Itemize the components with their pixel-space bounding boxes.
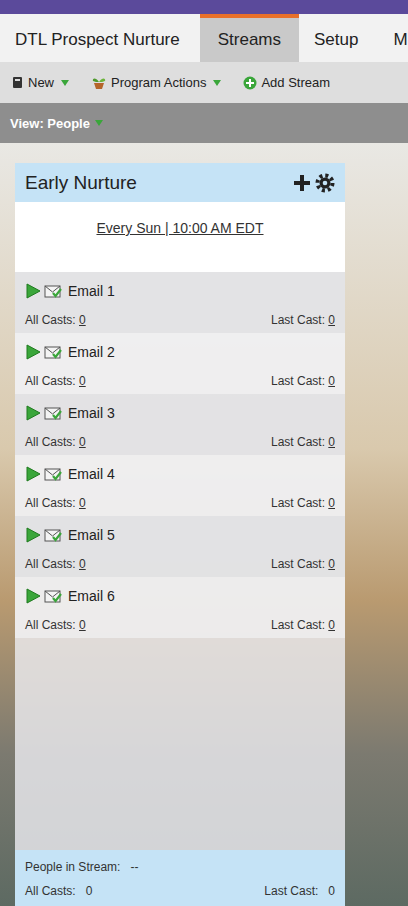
dropdown-icon — [61, 80, 69, 86]
last-cast-link[interactable]: 0 — [328, 313, 335, 327]
last-cast-link[interactable]: 0 — [328, 374, 335, 388]
last-cast-link[interactable]: 0 — [328, 557, 335, 571]
email-name[interactable]: Email 6 — [68, 588, 115, 604]
email-row[interactable]: Email 3All Casts: 0Last Cast: 0 — [15, 394, 345, 455]
email-icon — [44, 283, 62, 299]
all-casts-link[interactable]: 0 — [79, 313, 86, 327]
all-casts-link[interactable]: 0 — [79, 435, 86, 449]
email-row[interactable]: Email 1All Casts: 0Last Cast: 0 — [15, 272, 345, 333]
marketo-page: DTL Prospect NurtureStreamsSetupM New Prog… — [0, 0, 408, 906]
email-row[interactable]: Email 5All Casts: 0Last Cast: 0 — [15, 516, 345, 577]
play-icon[interactable] — [25, 527, 41, 543]
toolbar: New Program Actions Add Stream — [0, 62, 408, 103]
all-casts-link[interactable]: 0 — [79, 618, 86, 632]
play-icon[interactable] — [25, 588, 41, 604]
all-casts-link[interactable]: 0 — [79, 374, 86, 388]
email-row[interactable]: Email 4All Casts: 0Last Cast: 0 — [15, 455, 345, 516]
gear-icon[interactable] — [315, 173, 335, 193]
play-icon[interactable] — [25, 283, 41, 299]
email-icon — [44, 466, 62, 482]
email-icon — [44, 344, 62, 360]
email-name[interactable]: Email 4 — [68, 466, 115, 482]
schedule-link[interactable]: Every Sun | 10:00 AM EDT — [96, 220, 263, 272]
last-cast-link[interactable]: 0 — [328, 618, 335, 632]
email-icon — [44, 527, 62, 543]
dropdown-icon — [95, 120, 103, 126]
play-icon[interactable] — [25, 405, 41, 421]
book-icon — [12, 76, 24, 89]
email-name[interactable]: Email 1 — [68, 283, 115, 299]
dropdown-icon — [213, 80, 221, 86]
email-icon — [44, 588, 62, 604]
canvas: Early NurtureEvery Sun | 10:00 AM EDTEma… — [0, 143, 408, 906]
stream-panel: Early NurtureEvery Sun | 10:00 AM EDTEma… — [15, 163, 345, 906]
plant-icon — [91, 75, 107, 90]
schedule: Every Sun | 10:00 AM EDT — [15, 202, 345, 272]
all-casts-link[interactable]: 0 — [79, 557, 86, 571]
view-selector[interactable]: View: People — [10, 116, 90, 131]
email-name[interactable]: Email 2 — [68, 344, 115, 360]
email-icon — [44, 405, 62, 421]
top-strip — [0, 0, 408, 14]
program-tab[interactable]: M — [378, 14, 408, 62]
play-icon[interactable] — [25, 344, 41, 360]
program-tab[interactable]: DTL Prospect Nurture — [0, 14, 200, 62]
program-tab[interactable]: Setup — [299, 14, 378, 62]
all-casts-link[interactable]: 0 — [79, 496, 86, 510]
add-icon — [243, 76, 257, 90]
email-name[interactable]: Email 3 — [68, 405, 115, 421]
last-cast-link[interactable]: 0 — [328, 496, 335, 510]
play-icon[interactable] — [25, 466, 41, 482]
plus-icon[interactable] — [293, 174, 311, 192]
email-name[interactable]: Email 5 — [68, 527, 115, 543]
view-bar: View: People — [0, 103, 408, 143]
stream-header: Early Nurture — [15, 163, 345, 202]
toolbar-button[interactable]: New — [12, 75, 69, 90]
email-row[interactable]: Email 6All Casts: 0Last Cast: 0 — [15, 577, 345, 638]
email-row[interactable]: Email 2All Casts: 0Last Cast: 0 — [15, 333, 345, 394]
toolbar-button[interactable]: Add Stream — [243, 75, 330, 90]
program-tab[interactable]: Streams — [200, 14, 299, 62]
stream-footer: People in Stream:--All Casts:0Last Cast:… — [15, 850, 345, 906]
stream-title[interactable]: Early Nurture — [25, 172, 137, 194]
last-cast-link[interactable]: 0 — [328, 435, 335, 449]
program-tabs: DTL Prospect NurtureStreamsSetupM — [0, 14, 408, 62]
toolbar-button[interactable]: Program Actions — [91, 75, 221, 90]
